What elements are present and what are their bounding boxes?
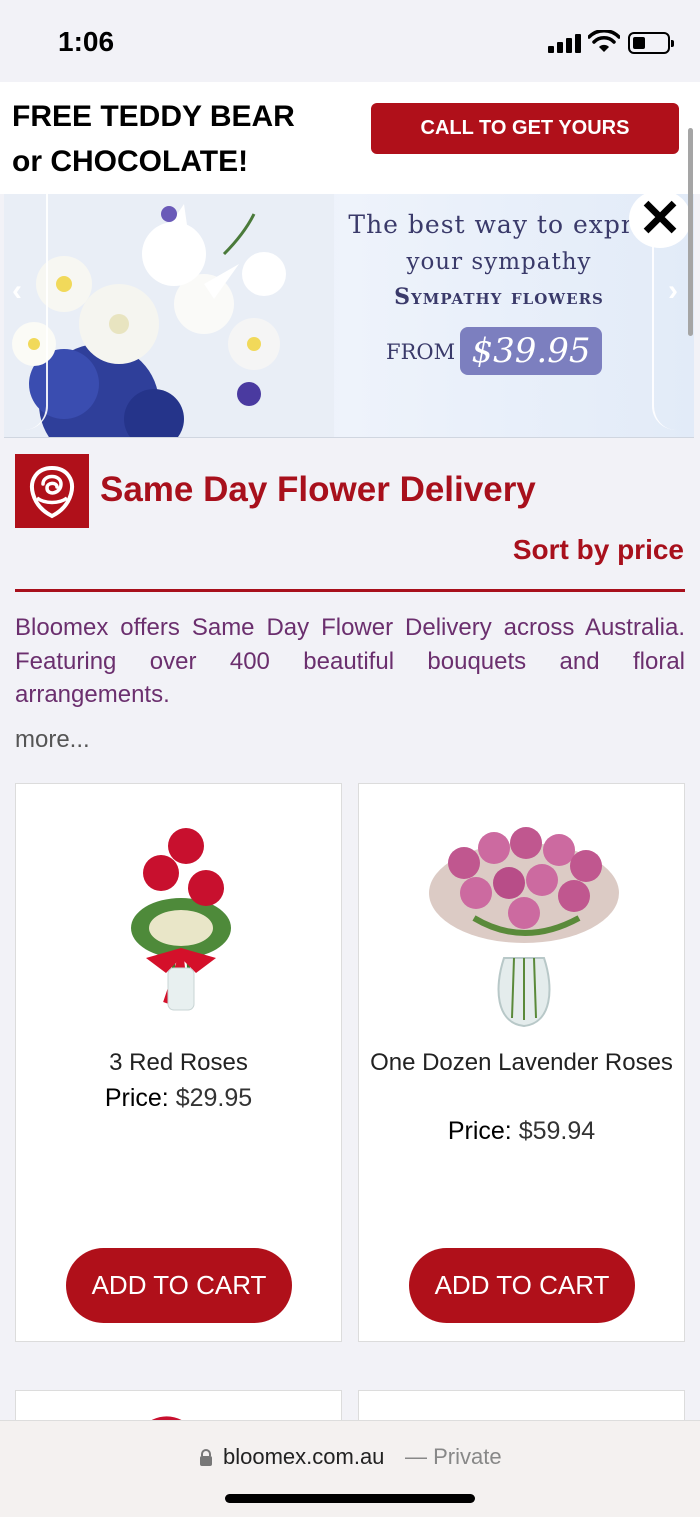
rose-logo-icon — [15, 454, 89, 528]
flower-bouquet-image — [4, 194, 334, 437]
price-value: $29.95 — [175, 1084, 253, 1112]
promo-text: FREE TEDDY BEAR or CHOCOLATE! — [12, 94, 352, 184]
product-name[interactable]: 3 Red Roses — [26, 1046, 331, 1080]
add-to-cart-button[interactable]: ADD TO CART — [409, 1248, 635, 1323]
battery-icon — [628, 32, 674, 54]
sort-by-price-link[interactable]: Sort by price — [513, 534, 684, 566]
more-link[interactable]: more... — [15, 726, 90, 754]
banner-headline: The best way to expre — [348, 210, 650, 239]
banner-from-label: FROM — [386, 340, 456, 364]
product-name[interactable]: One Dozen Lavender Roses — [369, 1046, 674, 1080]
product-card[interactable]: One Dozen Lavender Roses Price: $59.94 A… — [358, 783, 685, 1342]
wifi-icon — [588, 30, 620, 52]
product-price: Price: $59.94 — [369, 1117, 674, 1146]
page-title: Same Day Flower Delivery — [100, 470, 536, 509]
product-image-lavender-roses[interactable] — [414, 808, 634, 1033]
chevron-right-icon: › — [668, 274, 678, 307]
banner-category: Sympathy flowers — [394, 284, 604, 310]
promo-bar: FREE TEDDY BEAR or CHOCOLATE! CALL TO GE… — [0, 82, 700, 194]
promo-line-1: FREE TEDDY BEAR — [12, 100, 295, 133]
promo-line-2: or CHOCOLATE! — [12, 145, 249, 178]
product-card[interactable]: 3 Red Roses Price: $29.95 ADD TO CART — [15, 783, 342, 1342]
price-value: $59.94 — [518, 1117, 596, 1145]
intro-text: Bloomex offers Same Day Flower Delivery … — [15, 614, 685, 708]
banner-price: $39.95 — [460, 327, 602, 375]
add-to-cart-button[interactable]: ADD TO CART — [66, 1248, 292, 1323]
browser-address-bar[interactable]: bloomex.com.au — Private — [0, 1420, 700, 1517]
lock-icon — [200, 1449, 212, 1466]
home-indicator[interactable] — [225, 1494, 475, 1503]
scroll-indicator[interactable] — [688, 128, 693, 336]
sympathy-banner[interactable]: The best way to expre your sympathy Symp… — [4, 194, 694, 438]
price-label: Price: — [104, 1084, 169, 1112]
price-label: Price: — [447, 1117, 512, 1145]
chevron-left-icon: ‹ — [12, 274, 22, 307]
cellular-signal-icon — [548, 33, 582, 53]
url-host[interactable]: bloomex.com.au — [223, 1444, 384, 1470]
status-bar: 1:06 — [0, 0, 700, 82]
banner-subline: your sympathy — [406, 249, 592, 275]
divider — [15, 589, 685, 592]
close-icon: ✕ — [638, 190, 682, 248]
banner-close-button[interactable]: ✕ — [629, 190, 691, 248]
product-image-red-roses[interactable] — [86, 808, 276, 1033]
product-price: Price: $29.95 — [26, 1084, 331, 1113]
banner-prev-button[interactable]: ‹ — [4, 194, 48, 430]
status-time: 1:06 — [58, 26, 115, 57]
call-to-get-yours-button[interactable]: CALL TO GET YOURS — [371, 103, 679, 154]
private-label: — Private — [405, 1444, 502, 1469]
